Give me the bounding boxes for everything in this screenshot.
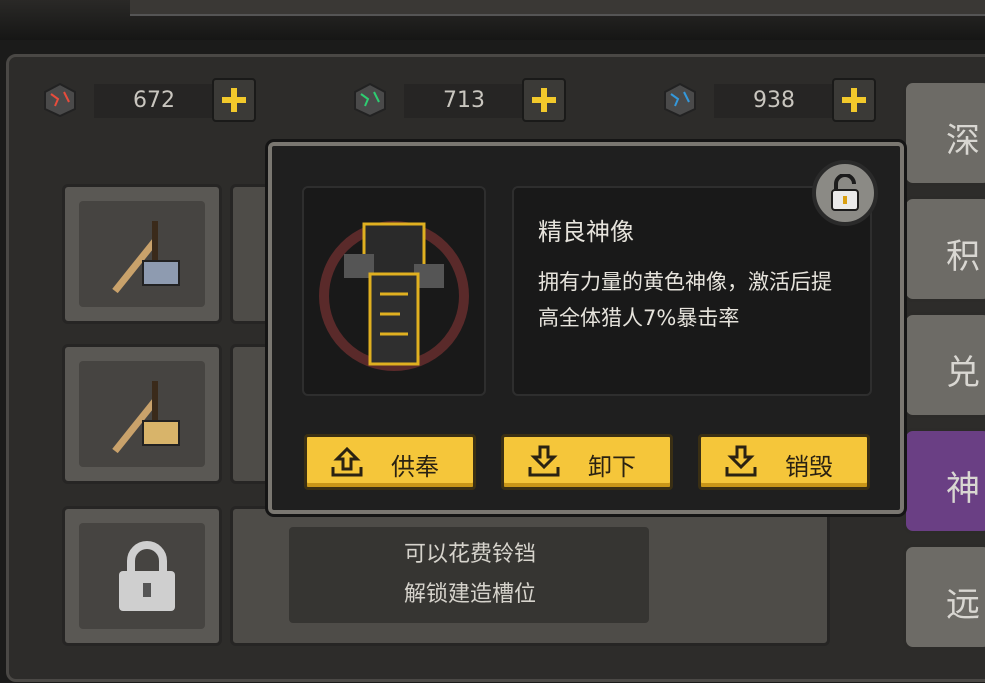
item-description-box: 精良神像 拥有力量的黄色神像，激活后提高全体猎人7%暴击率 [512, 186, 872, 396]
top-bar [130, 0, 985, 16]
slot-1-icon-box [62, 184, 222, 324]
resource-red-value: 672 [94, 84, 214, 118]
upload-icon [331, 446, 363, 477]
side-tab-1[interactable]: 深 [903, 80, 985, 186]
item-detail-modal: 精良神像 拥有力量的黄色神像，激活后提高全体猎人7%暴击率 供奉 卸下 销毁 [268, 142, 904, 514]
offer-button[interactable]: 供奉 [304, 434, 476, 490]
item-description: 拥有力量的黄色神像，激活后提高全体猎人7%暴击率 [538, 270, 832, 330]
unload-button[interactable]: 卸下 [501, 434, 673, 490]
hammer-icon [112, 221, 180, 294]
locked-slot-line-1: 可以花费铃铛 [403, 542, 536, 567]
download-tray-icon [725, 445, 757, 477]
destroy-label: 销毁 [785, 453, 833, 481]
red-gem-cube-icon [44, 82, 76, 118]
resource-green-value: 713 [404, 84, 524, 118]
side-tab-4-label: 神 [946, 469, 980, 509]
item-icon-box [302, 186, 486, 396]
green-gem-cube-icon [354, 82, 386, 118]
download-tray-icon [528, 445, 560, 477]
destroy-button[interactable]: 销毁 [698, 434, 870, 490]
locked-slot-line-2: 解锁建造槽位 [403, 582, 536, 607]
totem-statue-icon [319, 221, 469, 371]
side-tab-1-label: 深 [946, 121, 980, 161]
offer-label: 供奉 [391, 453, 439, 481]
lock-toggle-button[interactable] [812, 160, 878, 226]
side-tab-3[interactable]: 兑 [903, 312, 985, 418]
top-strip [0, 0, 985, 40]
item-title: 精良神像 [538, 218, 634, 246]
add-green-button[interactable] [522, 78, 566, 122]
hammer-icon [112, 381, 180, 454]
resource-blue-value: 938 [714, 84, 834, 118]
plus-icon [530, 86, 558, 114]
locked-slot-hint: 可以花费铃铛 解锁建造槽位 [290, 535, 650, 615]
blue-gem-cube-icon [664, 82, 696, 118]
side-tab-3-label: 兑 [946, 353, 980, 393]
plus-icon [220, 86, 248, 114]
slot-2-icon-box [62, 344, 222, 484]
side-tab-2-label: 积 [946, 237, 980, 277]
side-tab-4[interactable]: 神 [903, 428, 985, 534]
unload-label: 卸下 [588, 453, 636, 481]
slot-3-icon-box [62, 506, 222, 646]
add-red-button[interactable] [212, 78, 256, 122]
unlock-icon [831, 174, 859, 211]
padlock-icon [119, 541, 175, 611]
plus-icon [840, 86, 868, 114]
side-tab-5[interactable]: 远 [903, 544, 985, 650]
side-tab-2[interactable]: 积 [903, 196, 985, 302]
add-blue-button[interactable] [832, 78, 876, 122]
side-tab-5-label: 远 [946, 585, 980, 625]
